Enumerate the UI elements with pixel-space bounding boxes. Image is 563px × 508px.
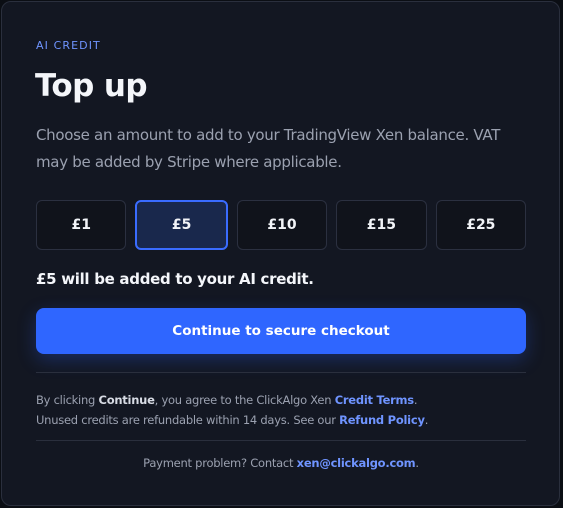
terms-suffix: .: [413, 393, 418, 407]
top-up-dialog: AI CREDIT Top up Choose an amount to add…: [1, 1, 560, 506]
refund-suffix: .: [424, 413, 429, 427]
terms-prefix: By clicking: [36, 393, 99, 407]
section-eyebrow: AI CREDIT: [36, 39, 101, 52]
terms-middle: , you agree to the ClickAlgo Xen: [154, 393, 335, 407]
terms-line-1: By clicking Continue, you agree to the C…: [36, 390, 428, 410]
amount-option-15[interactable]: £15: [336, 200, 427, 250]
credit-summary: £5 will be added to your AI credit.: [36, 270, 314, 288]
divider-bottom: [36, 440, 526, 441]
credit-terms-link[interactable]: Credit Terms: [335, 393, 414, 407]
refund-prefix: Unused credits are refundable within 14 …: [36, 413, 340, 427]
terms-line-2: Unused credits are refundable within 14 …: [36, 410, 428, 430]
continue-checkout-button[interactable]: Continue to secure checkout: [36, 308, 526, 354]
help-suffix: .: [415, 456, 419, 470]
amount-options: £1 £5 £10 £15 £25: [36, 200, 527, 250]
dialog-description: Choose an amount to add to your TradingV…: [36, 126, 501, 171]
terms-continue-word: Continue: [98, 393, 155, 407]
payment-help: Payment problem? Contact xen@clickalgo.c…: [36, 456, 526, 470]
divider-top: [36, 372, 526, 373]
amount-option-1[interactable]: £1: [36, 200, 127, 250]
help-prefix: Payment problem? Contact: [143, 456, 297, 470]
amount-option-5[interactable]: £5: [135, 200, 228, 250]
dialog-title: Top up: [35, 68, 148, 104]
amount-option-25[interactable]: £25: [435, 200, 527, 250]
refund-policy-link[interactable]: Refund Policy: [339, 413, 425, 427]
terms-text: By clicking Continue, you agree to the C…: [36, 390, 428, 430]
amount-option-10[interactable]: £10: [236, 200, 328, 250]
support-email-link[interactable]: xen@clickalgo.com: [297, 456, 416, 470]
